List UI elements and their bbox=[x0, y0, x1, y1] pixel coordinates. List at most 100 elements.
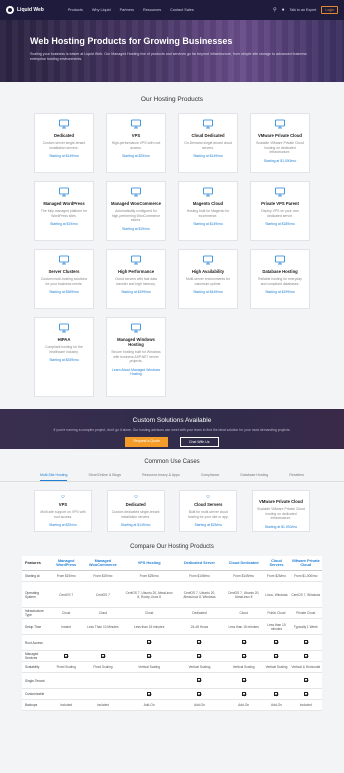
usecase-tab[interactable]: Store/Online & Blogs bbox=[89, 473, 122, 481]
usecase-card[interactable]: Dedicated Custom dedicated single-tenant … bbox=[106, 490, 165, 532]
product-link[interactable]: Starting at $19/mo bbox=[50, 222, 78, 226]
check-icon bbox=[197, 653, 202, 658]
product-link[interactable]: Starting at $199/mo bbox=[121, 290, 151, 294]
check-icon bbox=[147, 640, 152, 644]
check-cell bbox=[223, 650, 264, 662]
product-card[interactable]: Magento Cloud Hosting built for Magento f… bbox=[178, 181, 238, 241]
check-icon bbox=[274, 640, 279, 644]
product-link[interactable]: Starting at $19/mo bbox=[122, 227, 150, 231]
check-icon bbox=[303, 653, 308, 658]
nav-link-contact[interactable]: Contact Sales bbox=[170, 8, 194, 12]
product-card[interactable]: Managed Windows Hosting Secure hosting bu… bbox=[106, 317, 166, 397]
usecase-card[interactable]: VPS Multi-site support on VPS with root a… bbox=[34, 490, 92, 532]
hero-title: Web Hosting Products for Growing Busines… bbox=[30, 36, 233, 46]
table-cell: From $149/mo bbox=[223, 570, 264, 582]
usecase-link[interactable]: Starting at $1,000/mo bbox=[265, 525, 297, 529]
table-cell bbox=[49, 672, 83, 689]
product-desc: Deploy VPS on your own dedicated server. bbox=[261, 209, 299, 218]
usecase-icon bbox=[206, 495, 210, 498]
cta-title: Custom Solutions Available bbox=[132, 417, 212, 424]
nav-link-resources[interactable]: Resources bbox=[143, 8, 161, 12]
feature-label: Managed Services bbox=[22, 650, 50, 662]
product-card[interactable]: Private VPS Parent Deploy VPS on your own… bbox=[250, 181, 310, 241]
compare-header-cell: VMware Private Cloud bbox=[289, 556, 322, 571]
request-quote-button[interactable]: Request a Quote bbox=[125, 437, 168, 447]
product-title: High Performance bbox=[117, 269, 155, 274]
nav-link-products[interactable]: Products bbox=[68, 8, 83, 12]
product-card[interactable]: Database Hosting Reliable hosting for eve… bbox=[250, 249, 310, 309]
table-row: Backups Included Included Add-On Add-On Add-O… bbox=[22, 699, 322, 711]
check-cell bbox=[175, 672, 224, 689]
product-card[interactable]: VMware Private Cloud Scalable VMware Priv… bbox=[250, 113, 310, 173]
product-card[interactable]: Cloud Dedicated On-Demand single-tenant c… bbox=[178, 113, 238, 173]
product-desc: Compliant hosting for the healthcare ind… bbox=[45, 345, 83, 354]
user-icon[interactable]: ● bbox=[282, 7, 285, 13]
product-link[interactable]: Starting at $25/mo bbox=[122, 154, 150, 158]
table-cell bbox=[263, 672, 290, 689]
usecase-link[interactable]: Starting at $149/mo bbox=[121, 523, 151, 527]
talk-expert-link[interactable]: Talk to an Expert bbox=[290, 8, 317, 12]
usecase-tab[interactable]: Resource-heavy & Apps bbox=[142, 473, 180, 481]
table-row: Customizable bbox=[22, 688, 322, 700]
product-icon bbox=[203, 255, 213, 265]
product-card[interactable]: Dedicated Custom server single-tenant ins… bbox=[34, 113, 94, 173]
table-cell: From $19/mo bbox=[49, 570, 83, 582]
nav-link-why[interactable]: Why Liquid bbox=[92, 8, 111, 12]
product-card[interactable]: Managed WooCommerce Automatically configu… bbox=[106, 181, 166, 241]
product-icon bbox=[59, 119, 69, 129]
chat-button[interactable]: Chat With Us bbox=[179, 437, 219, 447]
usecase-link[interactable]: Starting at $25/mo bbox=[194, 523, 222, 527]
nav-link-partners[interactable]: Partners bbox=[120, 8, 134, 12]
search-icon[interactable]: ⚲ bbox=[273, 7, 277, 13]
products-title: Our Hosting Products bbox=[140, 96, 204, 103]
logo[interactable]: Liquid Web bbox=[6, 6, 44, 14]
login-button[interactable]: Login bbox=[321, 6, 338, 14]
product-link[interactable]: Starting at $199/mo bbox=[265, 290, 295, 294]
table-cell: Add-On bbox=[263, 699, 290, 711]
usecase-tab[interactable]: Compliance bbox=[201, 473, 219, 481]
feature-label: Root Access bbox=[22, 634, 50, 651]
product-card[interactable]: VPS High-performance VPS with root access… bbox=[106, 113, 166, 173]
hero: Web Hosting Products for Growing Busines… bbox=[0, 20, 344, 82]
product-link[interactable]: Starting at $369/mo bbox=[49, 290, 79, 294]
product-card[interactable]: High Availability Multi-server environmen… bbox=[178, 249, 238, 309]
check-icon bbox=[197, 691, 202, 696]
compare-section: Compare Our Hosting Products Features Man… bbox=[0, 544, 344, 711]
product-card[interactable]: High Performance Cloud servers with fast … bbox=[106, 249, 166, 309]
product-link[interactable]: Starting at $149/mo bbox=[49, 154, 79, 158]
table-cell: From $25/mo bbox=[123, 570, 176, 582]
usecase-tab[interactable]: Multi-Site Hosting bbox=[40, 473, 68, 481]
usecase-tab[interactable]: Resellers bbox=[289, 473, 304, 481]
table-cell: Fixed Scaling bbox=[49, 661, 83, 673]
product-link[interactable]: Starting at $1,000/mo bbox=[264, 159, 296, 163]
table-cell: CentOS 7, Windows bbox=[289, 581, 322, 608]
feature-label: Scalability bbox=[22, 661, 50, 673]
check-icon bbox=[197, 678, 202, 682]
product-icon bbox=[131, 119, 141, 129]
usecase-card[interactable]: VMware Private Cloud Scalable VMware Priv… bbox=[251, 490, 310, 532]
product-card[interactable]: Managed WordPress The fully-managed platf… bbox=[34, 181, 94, 241]
feature-label: Operating System bbox=[22, 581, 50, 608]
usecase-tab[interactable]: Database Hosting bbox=[240, 473, 268, 481]
feature-label: Starting at bbox=[22, 570, 50, 582]
product-icon bbox=[131, 323, 141, 333]
product-link[interactable]: Starting at $149/mo bbox=[193, 222, 223, 226]
product-desc: On-Demand single-tenant cloud servers. bbox=[184, 141, 232, 150]
cta-subtitle: If you're running a complex project, don… bbox=[53, 428, 291, 432]
logo-text: Liquid Web bbox=[17, 7, 44, 13]
product-title: VMware Private Cloud bbox=[258, 133, 302, 138]
product-link[interactable]: Starting at $449/mo bbox=[193, 290, 223, 294]
table-cell: Included bbox=[82, 699, 124, 711]
usecase-link[interactable]: Starting at $25/mo bbox=[49, 523, 77, 527]
product-icon bbox=[59, 323, 69, 333]
product-desc: Custom multi-hosting solutions for your … bbox=[40, 277, 88, 286]
table-cell: Private Cloud bbox=[289, 607, 322, 619]
product-link[interactable]: Starting at $349/mo bbox=[49, 358, 79, 362]
product-card[interactable]: Server Clusters Custom multi-hosting solu… bbox=[34, 249, 94, 309]
product-desc: Hosting built for Magento for ecommerce. bbox=[186, 209, 230, 218]
product-link[interactable]: Learn About Managed Windows Hosting bbox=[111, 368, 161, 376]
product-link[interactable]: Starting at $189/mo bbox=[265, 222, 295, 226]
usecase-card[interactable]: Cloud Servers Built for multi-server clou… bbox=[179, 490, 238, 532]
product-link[interactable]: Starting at $149/mo bbox=[193, 154, 223, 158]
product-card[interactable]: HIPAA Compliant hosting for the healthcar… bbox=[34, 317, 94, 397]
